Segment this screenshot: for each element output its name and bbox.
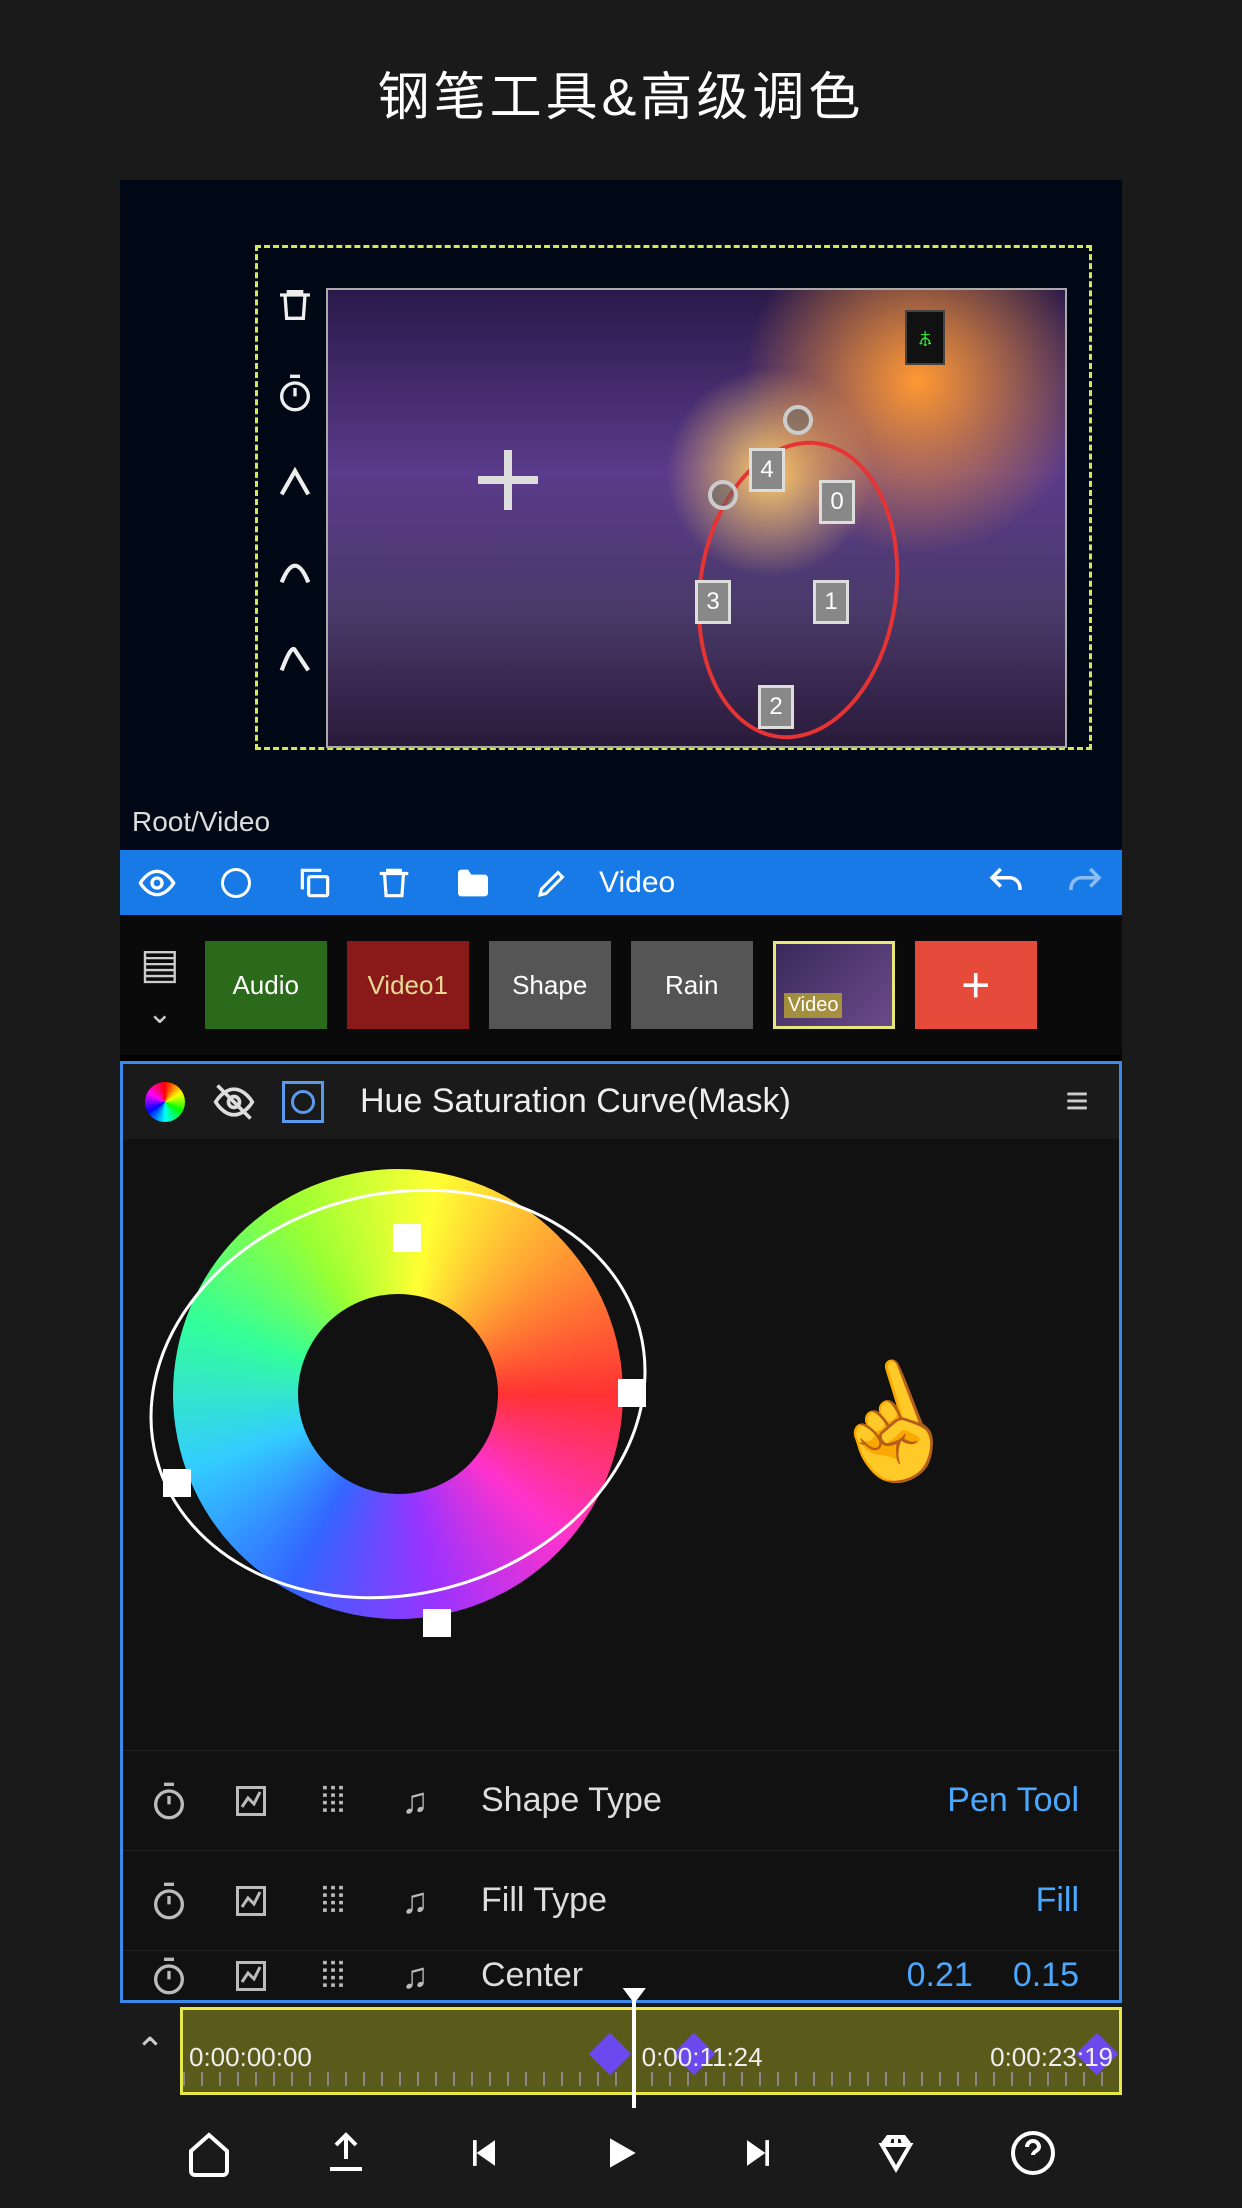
curve-control-point[interactable] <box>393 1224 421 1252</box>
stopwatch-icon[interactable] <box>143 1950 195 2000</box>
param-row-shape-type: ⦙⦙⦙ ♫ Shape Type Pen Tool <box>123 1750 1119 1850</box>
graph-icon[interactable] <box>225 1775 277 1827</box>
curve-control-point[interactable] <box>618 1379 646 1407</box>
list-icon: ▤ <box>140 939 180 988</box>
pen-mixed-icon[interactable] <box>270 632 320 682</box>
pen-line-icon[interactable] <box>270 456 320 506</box>
music-icon[interactable]: ♫ <box>389 1875 441 1927</box>
pen-anchor-4[interactable]: 4 <box>749 448 785 492</box>
target-icon[interactable] <box>281 1080 325 1124</box>
pointer-hand-icon: ☝ <box>804 1339 977 1507</box>
curve-control-point[interactable] <box>163 1469 191 1497</box>
curve-panel-header: Hue Saturation Curve(Mask) ≡ <box>123 1064 1119 1139</box>
video-preview[interactable]: 0 1 2 3 4 <box>326 288 1067 748</box>
editor-area: 0 1 2 3 4 Root/Video Video <box>120 180 1122 2003</box>
layer-rain[interactable]: Rain <box>631 941 753 1029</box>
curve-control-point[interactable] <box>423 1609 451 1637</box>
param-label: Fill Type <box>481 1881 1006 1920</box>
music-icon[interactable]: ♫ <box>389 1950 441 2000</box>
home-icon[interactable] <box>179 2123 239 2183</box>
folder-icon[interactable] <box>451 861 495 905</box>
export-icon[interactable] <box>316 2123 376 2183</box>
wiggle-icon[interactable]: ⦙⦙⦙ <box>307 1875 359 1927</box>
timeline: ⌃ 0:00:00:00 0:00:11:24 0:00:23:19 <box>120 2003 1122 2098</box>
chevron-down-icon: ⌄ <box>147 996 172 1031</box>
pen-anchor-2[interactable]: 2 <box>758 685 794 729</box>
timeline-expand-icon[interactable]: ⌃ <box>120 2030 180 2072</box>
layer-shape[interactable]: Shape <box>489 941 611 1029</box>
graph-icon[interactable] <box>225 1875 277 1927</box>
preview-viewport[interactable]: 0 1 2 3 4 Root/Video <box>120 180 1122 850</box>
param-value-x[interactable]: 0.21 <box>907 1956 973 1995</box>
scene-traffic-light <box>905 310 945 365</box>
layer-video1[interactable]: Video1 <box>347 941 469 1029</box>
timeline-end-time: 0:00:23:19 <box>990 2042 1113 2073</box>
stopwatch-icon[interactable] <box>270 368 320 418</box>
circle-icon[interactable] <box>214 861 258 905</box>
hue-center <box>298 1294 498 1494</box>
keyframe-marker[interactable] <box>589 2032 631 2074</box>
help-icon[interactable] <box>1003 2123 1063 2183</box>
timeline-current-time: 0:00:11:24 <box>642 2042 763 2073</box>
timeline-start-time: 0:00:00:00 <box>189 2042 312 2073</box>
param-value[interactable]: Pen Tool <box>947 1781 1079 1820</box>
add-layer-button[interactable]: + <box>915 941 1037 1029</box>
visibility-off-icon[interactable] <box>212 1080 256 1124</box>
timeline-track[interactable]: 0:00:00:00 0:00:11:24 0:00:23:19 <box>180 2007 1122 2095</box>
step-forward-icon[interactable] <box>728 2123 788 2183</box>
parameter-list: ⦙⦙⦙ ♫ Shape Type Pen Tool ⦙⦙⦙ ♫ Fill Typ… <box>123 1750 1119 2000</box>
visibility-icon[interactable] <box>135 861 179 905</box>
menu-icon[interactable]: ≡ <box>1055 1080 1099 1124</box>
curve-panel: Hue Saturation Curve(Mask) ≡ ☝ <box>120 1061 1122 2003</box>
crosshair-icon[interactable] <box>468 440 548 520</box>
layer-audio[interactable]: Audio <box>205 941 327 1029</box>
param-row-fill-type: ⦙⦙⦙ ♫ Fill Type Fill <box>123 1850 1119 1950</box>
wiggle-icon[interactable]: ⦙⦙⦙ <box>307 1775 359 1827</box>
page-title: 钢笔工具&高级调色 <box>0 0 1242 180</box>
playhead[interactable] <box>632 2000 636 2108</box>
stopwatch-icon[interactable] <box>143 1875 195 1927</box>
undo-icon[interactable] <box>984 861 1028 905</box>
diamond-icon[interactable] <box>866 2123 926 2183</box>
edit-icon[interactable] <box>530 861 574 905</box>
param-label: Shape Type <box>481 1781 917 1820</box>
param-row-center: ⦙⦙⦙ ♫ Center 0.21 0.15 <box>123 1950 1119 2000</box>
hue-saturation-wheel[interactable] <box>173 1169 623 1619</box>
pen-anchor-1[interactable]: 1 <box>813 580 849 624</box>
stopwatch-icon[interactable] <box>143 1775 195 1827</box>
copy-icon[interactable] <box>293 861 337 905</box>
bezier-handle-node[interactable] <box>783 405 813 435</box>
bottom-nav <box>0 2098 1242 2208</box>
layer-menu-toggle[interactable]: ▤ ⌄ <box>135 939 185 1031</box>
music-icon[interactable]: ♫ <box>389 1775 441 1827</box>
pen-anchor-0[interactable]: 0 <box>819 480 855 524</box>
step-back-icon[interactable] <box>454 2123 514 2183</box>
param-label: Center <box>481 1956 877 1995</box>
pen-curve-icon[interactable] <box>270 544 320 594</box>
layer-thumb-label: Video <box>784 993 843 1018</box>
preview-scene <box>328 290 1065 746</box>
curve-editor[interactable]: ☝ <box>123 1139 1119 1750</box>
layer-strip: ▤ ⌄ Audio Video1 Shape Rain Video + <box>120 915 1122 1055</box>
trash-icon[interactable] <box>270 280 320 330</box>
wiggle-icon[interactable]: ⦙⦙⦙ <box>307 1950 359 2000</box>
preview-tool-column <box>270 280 320 682</box>
breadcrumb-path: Root/Video <box>132 806 270 838</box>
graph-icon[interactable] <box>225 1950 277 2000</box>
color-wheel-icon[interactable] <box>143 1080 187 1124</box>
trash-icon[interactable] <box>372 861 416 905</box>
pen-anchor-3[interactable]: 3 <box>695 580 731 624</box>
play-icon[interactable] <box>591 2123 651 2183</box>
timeline-ticks <box>183 2072 1119 2086</box>
param-value[interactable]: Fill <box>1036 1881 1079 1920</box>
bezier-handle-node[interactable] <box>708 480 738 510</box>
layer-toolbar: Video <box>120 850 1122 915</box>
layer-video-selected[interactable]: Video <box>773 941 895 1029</box>
curve-panel-title: Hue Saturation Curve(Mask) <box>360 1082 791 1121</box>
redo-icon[interactable] <box>1063 861 1107 905</box>
param-value-y[interactable]: 0.15 <box>1013 1956 1079 1995</box>
toolbar-layer-name: Video <box>599 866 675 900</box>
